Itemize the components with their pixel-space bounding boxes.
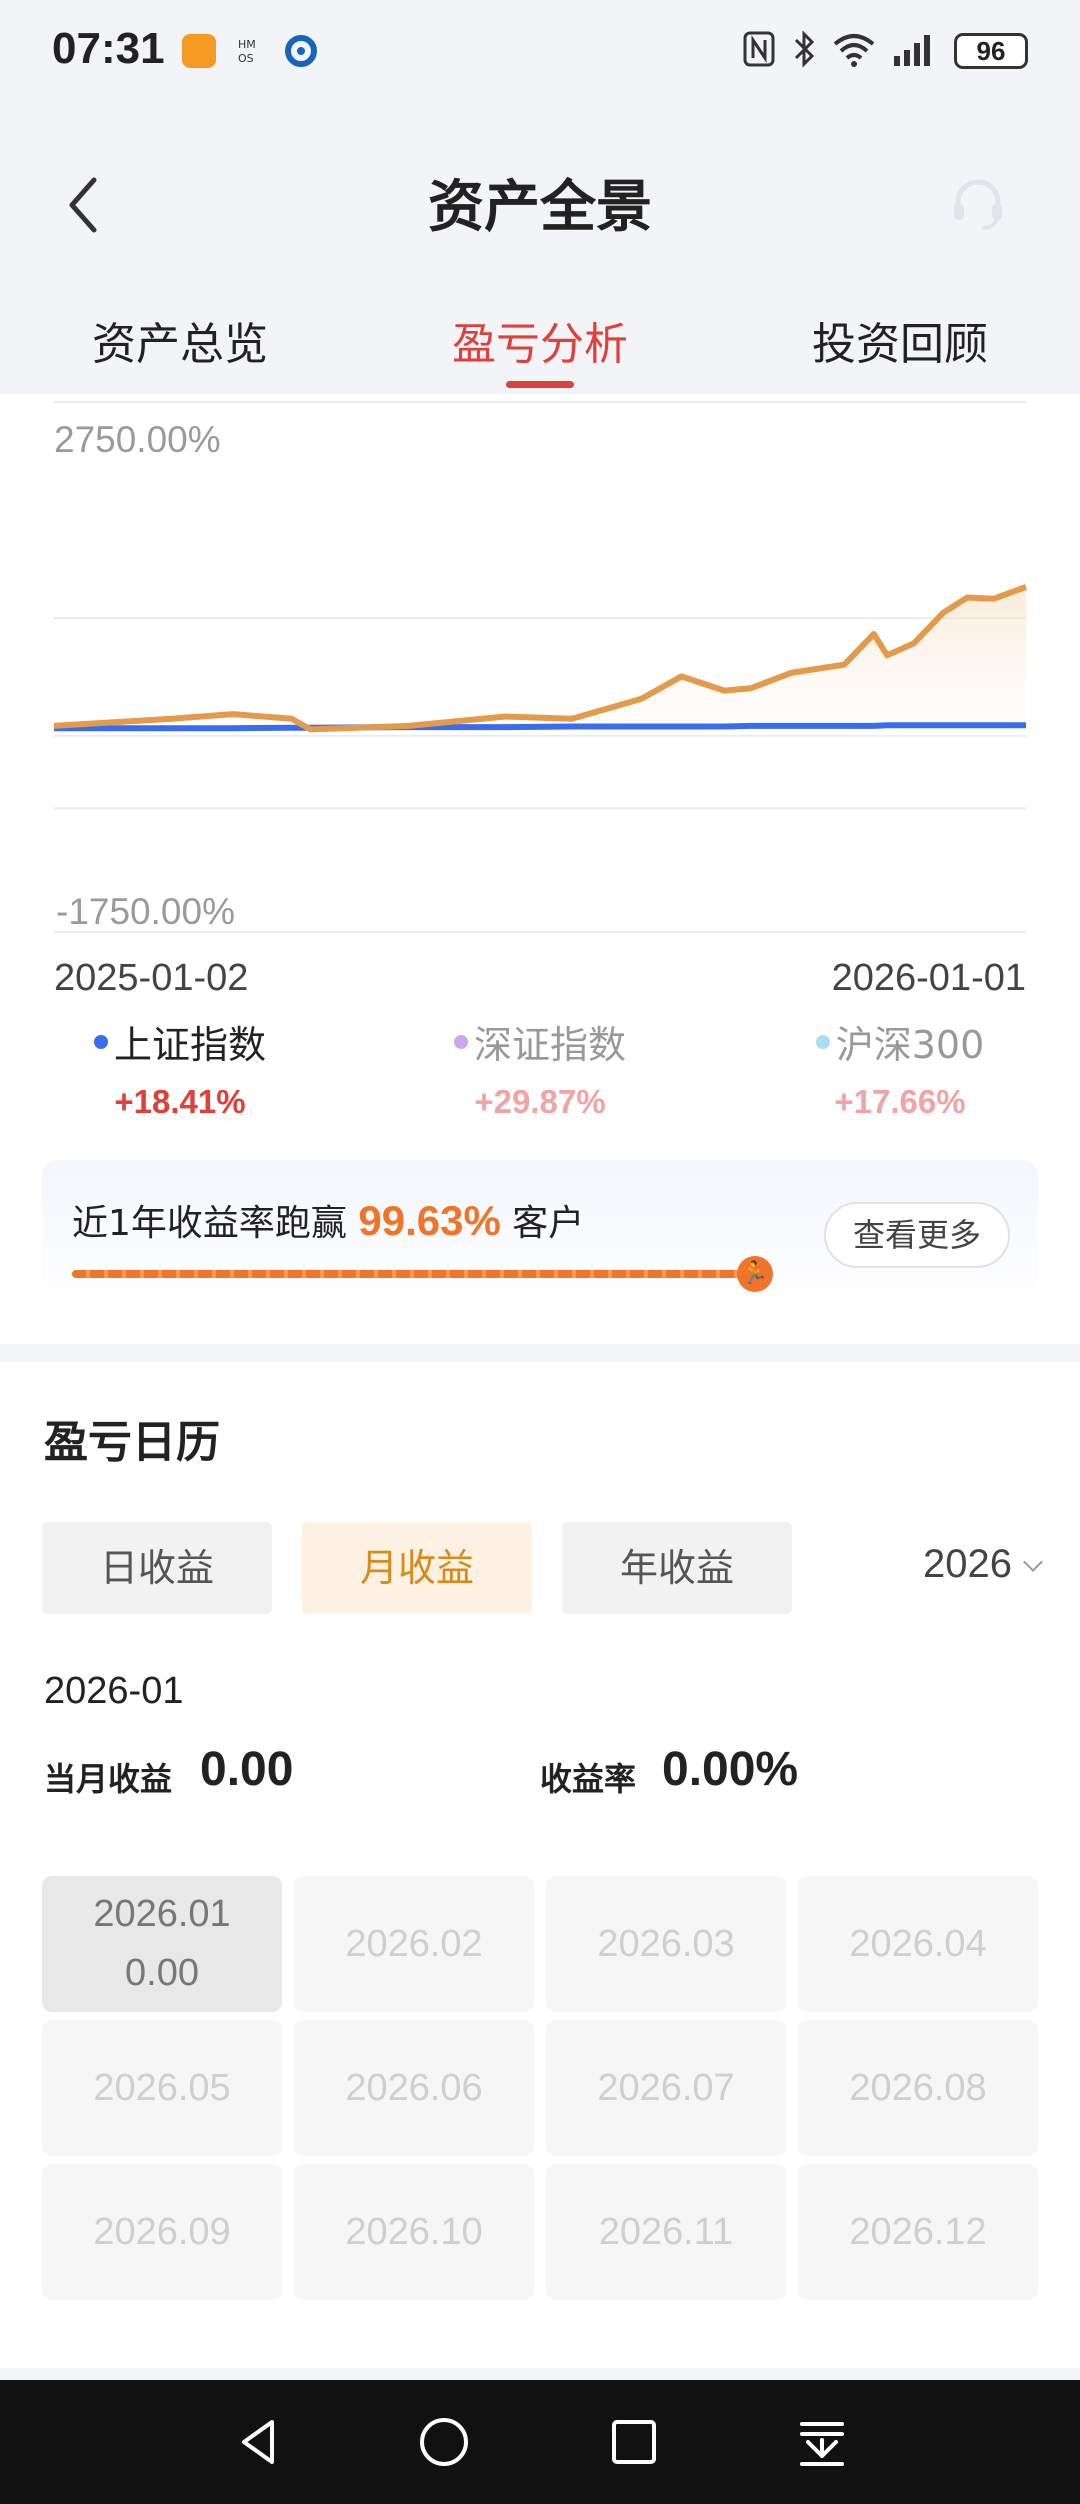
month-cell-label: 2026.09 [93, 2210, 231, 2253]
app-notification-icon [182, 34, 216, 68]
month-cell-label: 2026.10 [345, 2210, 483, 2253]
current-month: 2026-01 [44, 1670, 184, 1712]
month-cell[interactable]: 2026.01 0.00 [42, 1876, 282, 2012]
customer-service-icon[interactable] [946, 172, 1010, 236]
month-cell-value: 0.00 [125, 1952, 199, 1994]
header: 资产全景 资产总览 盈亏分析 投资回顾 [0, 100, 1080, 400]
month-cell[interactable]: 2026.11 [546, 2164, 786, 2300]
battery-icon: 96 [954, 33, 1028, 69]
ranking-banner: 近1年收益率跑赢 99.63% 客户 🏃 查看更多 [42, 1160, 1038, 1310]
legend-label: 上证指数 [113, 1023, 266, 1067]
month-cell[interactable]: 2026.06 [294, 2020, 534, 2156]
home-circle-icon[interactable] [416, 2414, 472, 2470]
legend-label: 深证指数 [473, 1023, 626, 1067]
month-cell-label: 2026.02 [345, 1922, 483, 1965]
section-title: 盈亏日历 [44, 1417, 220, 1468]
month-cell-label: 2026.08 [849, 2066, 987, 2109]
year-selector[interactable]: 2026 [923, 1542, 1043, 1587]
month-cell-label: 2026.07 [597, 2066, 735, 2109]
month-cell-label: 2026.11 [598, 2210, 734, 2253]
chart-legend: 上证指数 +18.41% 深证指数 +29.87% 沪深300 +17.66% [0, 1014, 1080, 1121]
month-cell-label: 2026.05 [93, 2066, 231, 2109]
month-cell[interactable]: 2026.05 [42, 2020, 282, 2156]
ranking-prefix: 近1年收益率跑赢 [72, 1203, 347, 1244]
legend-value: +29.87% [474, 1083, 606, 1120]
profit-calendar: 盈亏日历 日收益 月收益 年收益 2026 2026-01 当月收益 0.00 … [0, 1362, 1080, 2368]
month-profit-label: 当月收益 [44, 1760, 173, 1798]
signal-icon [892, 30, 938, 72]
month-cell[interactable]: 2026.09 [42, 2164, 282, 2300]
ranking-percent: 99.63% [358, 1197, 501, 1244]
return-rate-value: 0.00% [662, 1743, 799, 1796]
legend-dot [453, 1034, 468, 1049]
page-title: 资产全景 [428, 175, 652, 240]
yearly-profit-tab[interactable]: 年收益 [562, 1522, 792, 1614]
svg-text:OS: OS [238, 52, 254, 65]
month-cell[interactable]: 2026.02 [294, 1876, 534, 2012]
runner-icon: 🏃 [737, 1256, 773, 1292]
bluetooth-icon [792, 30, 816, 72]
legend-dot [815, 1034, 830, 1049]
daily-profit-tab[interactable]: 日收益 [42, 1522, 272, 1614]
recents-square-icon[interactable] [606, 2414, 662, 2470]
monthly-profit-tab[interactable]: 月收益 [302, 1522, 532, 1614]
month-cell[interactable]: 2026.04 [798, 1876, 1038, 2012]
wifi-icon [832, 30, 876, 72]
ranking-suffix: 客户 [512, 1203, 585, 1244]
benchmark-series-line [54, 722, 1026, 732]
month-grid: 2026.01 0.00 2026.02 2026.03 2026.04 202… [42, 1876, 1038, 2300]
tab-asset-overview[interactable]: 资产总览 [0, 300, 360, 390]
view-more-button[interactable]: 查看更多 [824, 1202, 1010, 1268]
legend-value: +17.66% [834, 1083, 966, 1120]
portfolio-area [54, 586, 1026, 730]
return-rate-label: 收益率 [540, 1760, 637, 1798]
ranking-progress-bar [72, 1270, 755, 1278]
month-cell-label: 2026.06 [345, 2066, 483, 2109]
chevron-down-icon [1023, 1551, 1043, 1572]
month-cell[interactable]: 2026.07 [546, 2020, 786, 2156]
legend-label: 沪深300 [835, 1023, 985, 1067]
browser-icon [284, 34, 318, 68]
month-cell-label: 2026.03 [597, 1922, 735, 1965]
ranking-text: 近1年收益率跑赢 99.63% 客户 [72, 1194, 584, 1246]
back-triangle-icon[interactable] [232, 2414, 288, 2470]
legend-item-sse[interactable]: 上证指数 +18.41% [0, 1014, 360, 1121]
month-profit-value: 0.00 [200, 1743, 294, 1796]
month-cell[interactable]: 2026.08 [798, 2020, 1038, 2156]
status-time: 07:31 [52, 24, 165, 73]
y-tick-label-top: 2750.00% [54, 419, 221, 460]
tab-profit-analysis[interactable]: 盈亏分析 [360, 300, 720, 390]
return-chart: 2750.00% -1750.00% 2025-01-02 2026-01-01 [53, 401, 1028, 994]
tab-bar: 资产总览 盈亏分析 投资回顾 [0, 300, 1080, 390]
status-bar: 07:31 HM OS 96 [0, 0, 1080, 100]
x-tick-label-end: 2026-01-01 [832, 957, 1026, 994]
month-cell[interactable]: 2026.03 [546, 1876, 786, 2012]
month-cell[interactable]: 2026.10 [294, 2164, 534, 2300]
y-tick-label-bottom: -1750.00% [56, 891, 235, 932]
legend-value: +18.41% [114, 1083, 246, 1120]
chart-card: 2750.00% -1750.00% 2025-01-02 2026-01-01… [0, 394, 1080, 1344]
month-cell-label: 2026.01 [93, 1893, 231, 1936]
system-nav-bar [0, 2380, 1080, 2504]
month-cell-label: 2026.12 [849, 2210, 987, 2253]
year-value: 2026 [923, 1542, 1012, 1586]
nfc-icon [742, 30, 776, 72]
svg-text:HM: HM [238, 38, 256, 51]
legend-item-szse[interactable]: 深证指数 +29.87% [360, 1014, 720, 1121]
legend-item-csi300[interactable]: 沪深300 +17.66% [720, 1014, 1080, 1121]
hmos-icon: HM OS [236, 34, 270, 68]
tab-investment-review[interactable]: 投资回顾 [720, 300, 1080, 390]
month-cell[interactable]: 2026.12 [798, 2164, 1038, 2300]
legend-dot [93, 1034, 108, 1049]
x-tick-label-start: 2025-01-02 [54, 957, 248, 994]
notification-pulldown-icon[interactable] [794, 2414, 850, 2470]
month-cell-label: 2026.04 [849, 1922, 987, 1965]
